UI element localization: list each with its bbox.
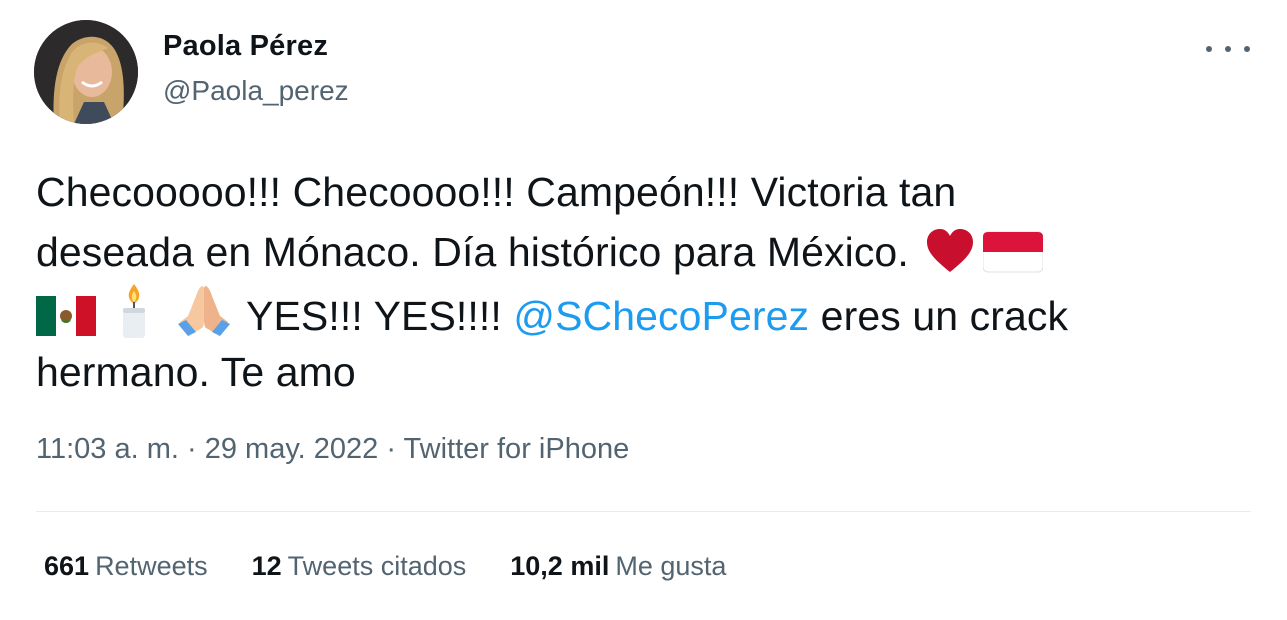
tweet-line-3: YES!!! YES!!!! @SChecoPerez eres un crac…	[36, 282, 1251, 342]
likes-count: 10,2 mil	[510, 551, 610, 581]
more-options-icon[interactable]	[1206, 36, 1250, 62]
meta-separator: ·	[178, 433, 205, 465]
tweet-line-2-text: deseada en Mónaco. Día histórico para Mé…	[36, 229, 909, 275]
meta-separator: ·	[378, 433, 404, 465]
retweets-label: Retweets	[95, 551, 208, 581]
tweet-source[interactable]: Twitter for iPhone	[404, 433, 630, 465]
tweet-line-4: hermano. Te amo	[36, 349, 356, 395]
likes-stat[interactable]: 10,2 mil Me gusta	[510, 551, 726, 582]
tweet-date[interactable]: 29 may. 2022	[205, 433, 379, 465]
quotes-count: 12	[251, 551, 282, 581]
author-name[interactable]: Paola Pérez	[163, 30, 328, 63]
likes-label: Me gusta	[615, 551, 727, 581]
tweet-line-1: Checooooo!!! Checoooo!!! Campeón!!! Vict…	[36, 169, 957, 215]
avatar[interactable]	[34, 20, 138, 124]
retweets-count: 661	[44, 551, 90, 581]
tweet-text: Checooooo!!! Checoooo!!! Campeón!!! Vict…	[36, 162, 1251, 402]
monaco-flag-emoji-icon	[982, 230, 1044, 290]
heart-emoji-icon	[925, 228, 975, 290]
tweet-meta: 11:03 a. m. · 29 may. 2022 · Twitter for…	[36, 433, 629, 466]
divider	[36, 511, 1251, 512]
tweet-line-3-text: YES!!! YES!!!!	[246, 293, 502, 339]
author-handle[interactable]: @Paola_perez	[163, 75, 349, 107]
tweet-stats: 661 Retweets 12 Tweets citados 10,2 mil Me …	[44, 551, 726, 582]
tweet-line-3-after: eres un crack	[820, 293, 1069, 339]
tweet-time[interactable]: 11:03 a. m.	[36, 433, 179, 465]
tweet-line-2: deseada en Mónaco. Día histórico para Mé…	[36, 222, 1251, 282]
mention-link[interactable]: @SChecoPerez	[513, 293, 809, 339]
quotes-label: Tweets citados	[287, 551, 467, 581]
retweets-stat[interactable]: 661 Retweets	[44, 551, 208, 582]
tweet-card: Paola Pérez @Paola_perez Checooooo!!! Ch…	[0, 0, 1287, 620]
quote-tweets-stat[interactable]: 12 Tweets citados	[252, 551, 467, 582]
